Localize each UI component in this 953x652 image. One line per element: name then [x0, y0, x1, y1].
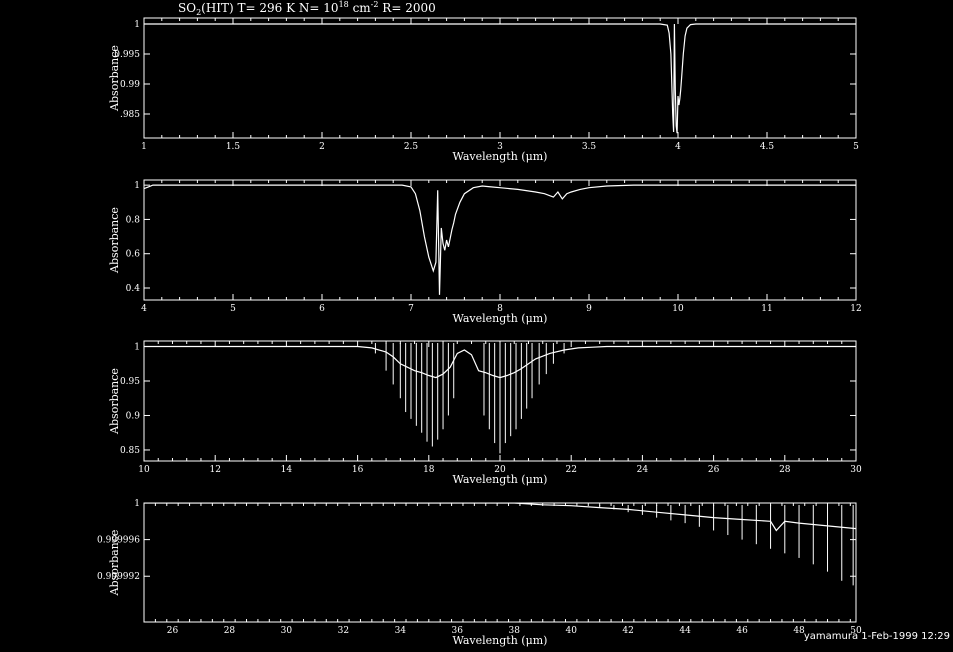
figure-svg: SO2(HIT) T= 296 K N= 1018 cm-2 R= 2000 1… [0, 0, 953, 647]
title-prefix: SO [178, 1, 196, 15]
x-tick-label: 12 [209, 465, 220, 475]
y-tick-label: 0.95 [120, 377, 140, 387]
x-tick-label: 24 [637, 465, 649, 475]
y-tick-label: 1 [134, 181, 140, 191]
x-tick-label: 26 [708, 465, 720, 475]
x-tick-label: 16 [352, 465, 364, 475]
y-tick-label: 1 [134, 20, 140, 30]
title-units-sup: -2 [371, 0, 379, 9]
x-tick-label: 1 [141, 142, 147, 152]
y-axis-label: Absorbance [108, 45, 121, 112]
x-tick-label: 6 [319, 304, 325, 314]
y-tick-label: 0.9 [126, 411, 141, 421]
y-tick-label: .985 [120, 110, 140, 120]
footer-credit: yamamura 1-Feb-1999 12:29 [804, 631, 950, 642]
x-tick-label: 28 [224, 626, 236, 636]
x-tick-label: 34 [395, 626, 407, 636]
y-tick-label: 1 [134, 499, 140, 509]
x-tick-label: 40 [565, 626, 577, 636]
x-axis-label: Wavelength (μm) [453, 150, 548, 163]
x-tick-label: 30 [281, 626, 293, 636]
x-tick-label: 10 [138, 465, 150, 475]
x-tick-label: 18 [423, 465, 435, 475]
x-tick-label: 32 [338, 626, 349, 636]
x-tick-label: 4.5 [760, 142, 775, 152]
y-tick-label: 1 [134, 343, 140, 353]
x-tick-label: 22 [565, 465, 576, 475]
figure: SO2(HIT) T= 296 K N= 1018 cm-2 R= 2000 1… [0, 0, 953, 647]
x-axis-label: Wavelength (μm) [453, 473, 548, 486]
figure-title: SO2(HIT) T= 296 K N= 1018 cm-2 R= 2000 [178, 0, 436, 17]
x-tick-label: 2 [319, 142, 325, 152]
y-tick-label: 0.8 [126, 215, 141, 225]
x-tick-label: 5 [230, 304, 236, 314]
x-tick-label: 7 [408, 304, 414, 314]
x-tick-label: 26 [167, 626, 179, 636]
y-axis-label: Absorbance [108, 368, 121, 435]
x-tick-label: 4 [141, 304, 147, 314]
x-tick-label: 9 [586, 304, 592, 314]
x-tick-label: 11 [761, 304, 772, 314]
y-tick-label: 0.4 [126, 284, 141, 294]
x-tick-label: 42 [622, 626, 633, 636]
title-units: cm [349, 1, 372, 15]
y-axis-label: Absorbance [108, 207, 121, 274]
x-tick-label: 12 [850, 304, 861, 314]
y-tick-label: 0.99 [120, 80, 140, 90]
title-sup: 18 [339, 0, 349, 9]
x-tick-label: 30 [850, 465, 862, 475]
x-tick-label: 2.5 [404, 142, 419, 152]
x-tick-label: 28 [779, 465, 791, 475]
x-tick-label: 3.5 [582, 142, 597, 152]
title-rest: (HIT) T= 296 K N= 10 [201, 1, 338, 15]
x-tick-label: 14 [281, 465, 293, 475]
x-tick-label: 44 [679, 626, 691, 636]
x-tick-label: 1.5 [226, 142, 241, 152]
y-tick-label: 0.85 [120, 446, 140, 456]
x-axis-label: Wavelength (μm) [453, 312, 548, 325]
x-tick-label: 5 [853, 142, 859, 152]
x-axis-label: Wavelength (μm) [453, 634, 548, 647]
y-axis-label: Absorbance [108, 530, 121, 597]
title-res: R= 2000 [378, 1, 435, 15]
x-tick-label: 10 [672, 304, 684, 314]
x-tick-label: 46 [736, 626, 748, 636]
y-tick-label: 0.6 [126, 250, 141, 260]
x-tick-label: 4 [675, 142, 681, 152]
